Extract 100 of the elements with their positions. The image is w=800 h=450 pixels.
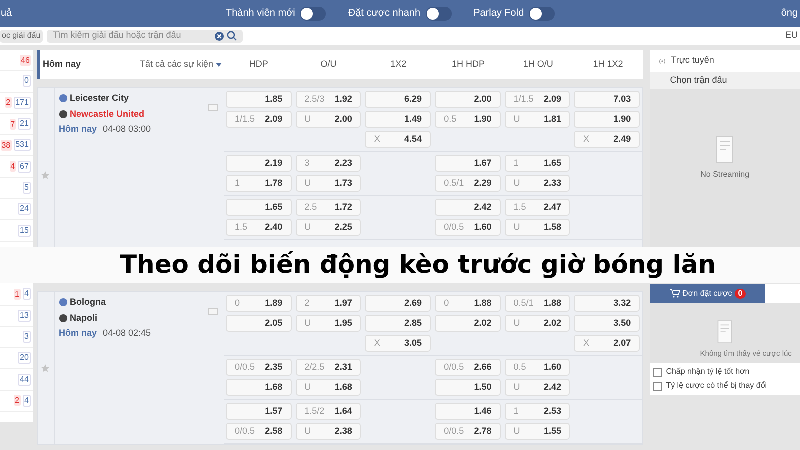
home-team[interactable]: Leicester City: [70, 92, 129, 106]
checkbox[interactable]: [653, 368, 662, 376]
column-header: 1H O/U: [522, 58, 554, 71]
odds-button[interactable]: 1/1.5 2.09: [504, 91, 570, 108]
odds-button[interactable]: 1.5 2.47: [504, 199, 570, 216]
odds-button[interactable]: U 1.55: [504, 423, 570, 440]
odds-button[interactable]: U 2.42: [504, 379, 570, 396]
search-field[interactable]: Tìm kiếm giải đấu hoặc trận đấu: [46, 30, 243, 42]
odds-button[interactable]: 1.57: [226, 403, 292, 420]
odds-button[interactable]: U 2.33: [504, 175, 570, 192]
odds-button[interactable]: 0/0.5 2.66: [435, 359, 501, 376]
search-icon[interactable]: [226, 31, 237, 41]
odds-button[interactable]: 2.85: [365, 315, 432, 332]
caption-text: Theo dõi biến động kèo trước giờ bóng lăn: [118, 249, 716, 282]
no-stream-text: No Streaming: [700, 169, 750, 181]
away-team[interactable]: Newcastle United: [70, 108, 144, 121]
odds-button[interactable]: 0.5 1.90: [435, 111, 501, 128]
menu-link[interactable]: uả: [0, 6, 226, 21]
odds-button[interactable]: 2.19: [226, 155, 292, 172]
odds-button[interactable]: 1 2.53: [504, 403, 570, 420]
star-icon[interactable]: [41, 364, 50, 372]
odds-button[interactable]: 0.5/1 1.88: [504, 295, 570, 312]
odds-button[interactable]: U 1.73: [296, 175, 362, 192]
match-count: 44: [18, 374, 31, 386]
clear-icon[interactable]: [214, 32, 224, 40]
odds-button[interactable]: U 2.38: [296, 423, 362, 440]
match-count: 24: [18, 203, 31, 216]
panel-title: Trực tuyến: [671, 54, 714, 68]
toggle-switch[interactable]: [426, 6, 452, 20]
column-header: O/U: [320, 58, 338, 71]
odds-button[interactable]: 1.67: [435, 155, 501, 172]
event-filter-dropdown[interactable]: Tất cả các sự kiện: [140, 58, 224, 72]
odds-button[interactable]: 0/0.5 2.78: [435, 423, 501, 440]
odds-button[interactable]: 6.29: [365, 91, 432, 108]
odds-button[interactable]: 2 1.97: [296, 295, 362, 312]
odds-button[interactable]: 1.65: [226, 199, 292, 216]
odds-button[interactable]: 1/1.5 2.09: [226, 111, 292, 128]
odds-button[interactable]: 0.5/1 2.29: [435, 175, 501, 192]
odds-button[interactable]: 3.50: [574, 315, 640, 332]
odds-button[interactable]: 0 1.89: [226, 295, 292, 312]
live-count: 4: [10, 161, 16, 172]
odds-button[interactable]: 3.32: [574, 295, 640, 312]
odds-button[interactable]: U 2.00: [296, 111, 362, 128]
odds-button[interactable]: 2.5/3 1.92: [296, 91, 362, 108]
checkbox[interactable]: [653, 382, 662, 390]
live-count: 2: [14, 395, 20, 406]
odds-button[interactable]: 2.02: [435, 315, 501, 332]
odds-button[interactable]: 0/0.5 2.58: [226, 423, 292, 440]
match-time: 04-08 03:00: [102, 123, 152, 136]
odds-button[interactable]: 2.42: [435, 199, 501, 216]
odds-button[interactable]: 1.50: [435, 379, 501, 396]
star-icon[interactable]: [41, 170, 50, 180]
odds-button[interactable]: X 3.05: [365, 335, 432, 352]
menu-link[interactable]: ông: [781, 6, 800, 21]
match-day: Hôm nay: [58, 327, 97, 340]
away-team[interactable]: Napoli: [70, 312, 98, 325]
odds-button[interactable]: U 1.68: [296, 379, 362, 396]
odds-button[interactable]: 0 1.88: [435, 295, 501, 312]
odds-button[interactable]: X 4.54: [365, 131, 432, 148]
odds-button[interactable]: 1.85: [226, 91, 292, 108]
odds-button[interactable]: 2/2.5 2.31: [296, 359, 362, 376]
league-filter-button[interactable]: oc giải đấu: [0, 30, 43, 42]
odds-button[interactable]: 0.5 1.60: [504, 359, 570, 376]
odds-button[interactable]: U 2.02: [504, 315, 570, 332]
odds-button[interactable]: U 1.95: [296, 315, 362, 332]
odds-button[interactable]: U 1.81: [504, 111, 570, 128]
odds-button[interactable]: X 2.49: [574, 131, 640, 148]
live-count: 46: [20, 54, 31, 66]
toggle-label: Parlay Fold: [474, 7, 524, 21]
odds-button[interactable]: 2.5 1.72: [296, 199, 362, 216]
odds-button[interactable]: 2.69: [365, 295, 432, 312]
toggle-switch[interactable]: [529, 6, 556, 20]
live-count: 2: [5, 97, 12, 108]
odds-button[interactable]: 7.03: [574, 91, 640, 108]
odds-button[interactable]: U 1.58: [504, 219, 570, 236]
bet-slip-tab[interactable]: Đơn đặt cược 0: [650, 284, 766, 303]
odds-button[interactable]: 1.49: [365, 111, 432, 128]
odds-button[interactable]: U 2.25: [296, 219, 362, 236]
odds-button[interactable]: 2.00: [435, 91, 501, 108]
odds-button[interactable]: 2.05: [226, 315, 292, 332]
odds-button[interactable]: 0/0.5 2.35: [226, 359, 292, 376]
odds-button[interactable]: 1.46: [435, 403, 501, 420]
home-team[interactable]: Bologna: [70, 296, 106, 310]
odds-button[interactable]: X 2.07: [574, 335, 640, 352]
odds-button[interactable]: 1.5 2.40: [226, 219, 292, 236]
odds-button[interactable]: 1.90: [574, 111, 640, 128]
odds-button[interactable]: 3 2.23: [296, 155, 362, 172]
match-count: 4: [22, 394, 31, 407]
odds-button[interactable]: 1.5/2 1.64: [296, 403, 362, 420]
odds-button[interactable]: 0/0.5 1.60: [435, 219, 501, 236]
caret-icon: [216, 62, 222, 66]
column-header: 1H 1X2: [592, 58, 624, 71]
odds-button[interactable]: 1 1.78: [226, 175, 292, 192]
odds-button[interactable]: 1 1.65: [504, 155, 570, 172]
live-count: 7: [10, 118, 16, 130]
odds-button[interactable]: 1.68: [226, 379, 292, 396]
section-title: Hôm nay: [42, 58, 82, 71]
odds-format-dropdown[interactable]: EU: [785, 29, 800, 43]
toggle-switch[interactable]: [300, 6, 326, 20]
match-picker[interactable]: Chọn trận đấu: [650, 72, 800, 89]
